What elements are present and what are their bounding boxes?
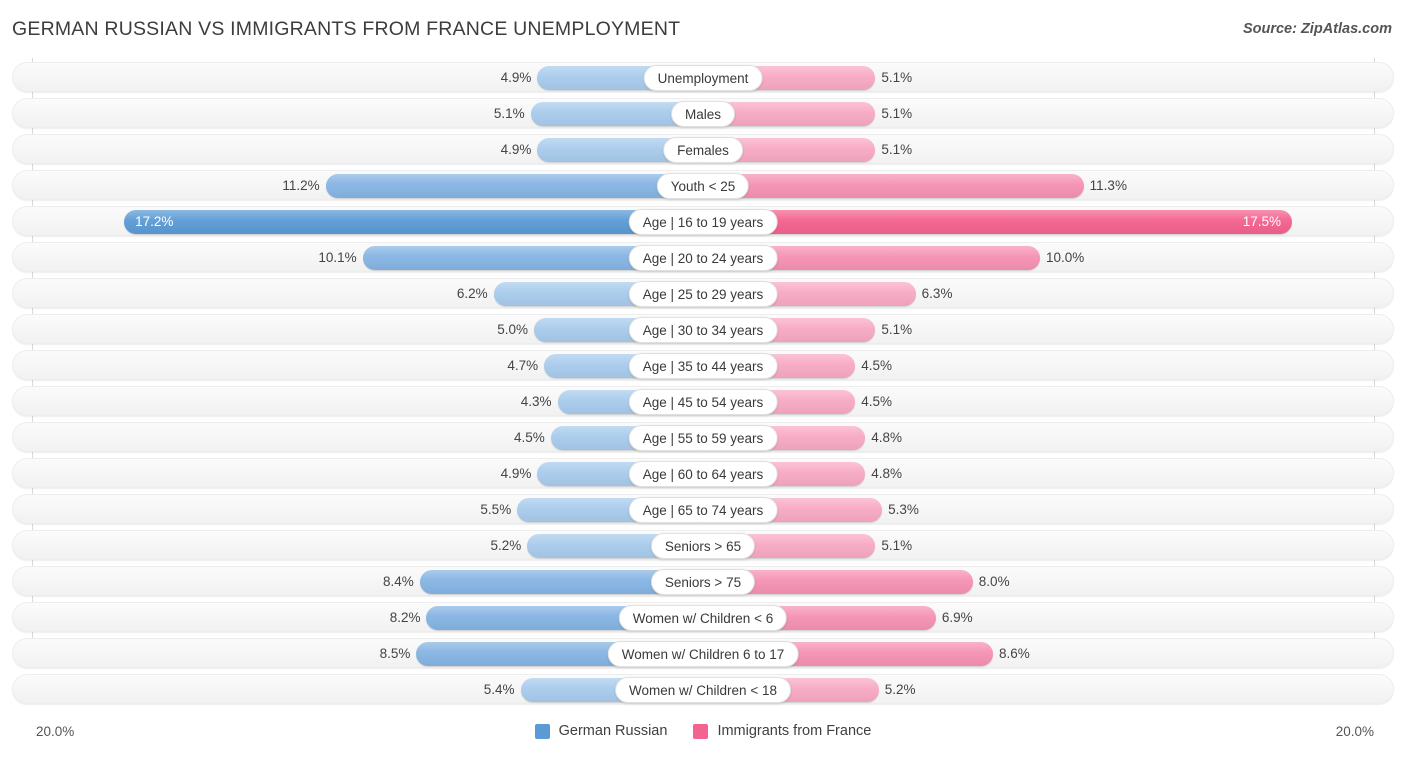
chart-row: 6.2% 6.3% Age | 25 to 29 years — [12, 278, 1394, 308]
value-label-german-russian: 5.1% — [493, 106, 525, 121]
chart-row: 4.9% 4.8% Age | 60 to 64 years — [12, 458, 1394, 488]
row-category-label: Youth < 25 — [656, 173, 750, 199]
chart-row: 5.0% 5.1% Age | 30 to 34 years — [12, 314, 1394, 344]
chart-plot-area: 4.9% 5.1% Unemployment 5.1% 5.1% Males 4.9% 5.1… — [0, 58, 1406, 718]
value-label-german-russian: 11.2% — [282, 178, 320, 193]
row-category-label: Age | 45 to 54 years — [628, 389, 778, 415]
chart-row: 8.4% 8.0% Seniors > 75 — [12, 566, 1394, 596]
chart-row: 5.4% 5.2% Women w/ Children < 18 — [12, 674, 1394, 704]
chart-row: 17.2% 17.5% Age | 16 to 19 years — [12, 206, 1394, 236]
value-label-immigrants-from-france: 5.3% — [888, 502, 919, 517]
value-label-immigrants-from-france: 5.1% — [881, 322, 913, 337]
value-label-immigrants-from-france: 11.3% — [1089, 178, 1127, 193]
page-title: GERMAN RUSSIAN VS IMMIGRANTS FROM FRANCE… — [12, 18, 681, 40]
value-label-german-russian: 5.0% — [497, 322, 528, 337]
value-label-german-russian: 8.2% — [389, 610, 421, 625]
row-category-label: Age | 60 to 64 years — [628, 461, 778, 487]
value-label-immigrants-from-france: 17.5% — [1242, 214, 1281, 229]
value-label-immigrants-from-france: 4.8% — [871, 466, 903, 481]
bar-german-russian — [325, 174, 702, 198]
value-label-immigrants-from-france: 8.6% — [998, 646, 1030, 661]
value-label-german-russian: 8.4% — [382, 574, 414, 589]
legend-label: German Russian — [558, 723, 668, 739]
row-category-label: Women w/ Children < 18 — [615, 677, 791, 703]
value-label-immigrants-from-france: 5.1% — [881, 106, 913, 121]
chart-row: 4.3% 4.5% Age | 45 to 54 years — [12, 386, 1394, 416]
bar-german-russian — [124, 210, 702, 234]
legend-item[interactable]: Immigrants from France — [693, 723, 871, 739]
value-label-immigrants-from-france: 5.1% — [881, 70, 913, 85]
value-label-german-russian: 5.5% — [480, 502, 512, 517]
legend-swatch-icon — [693, 723, 709, 739]
value-label-german-russian: 5.4% — [483, 682, 515, 697]
value-label-german-russian: 4.7% — [507, 358, 539, 373]
chart-header: GERMAN RUSSIAN VS IMMIGRANTS FROM FRANCE… — [0, 0, 1406, 56]
value-label-immigrants-from-france: 8.0% — [978, 574, 1010, 589]
legend-swatch-icon — [534, 723, 550, 739]
chart-row: 5.2% 5.1% Seniors > 65 — [12, 530, 1394, 560]
value-label-german-russian: 10.1% — [318, 250, 357, 265]
row-category-label: Seniors > 75 — [650, 569, 756, 595]
chart-row: 4.9% 5.1% Unemployment — [12, 62, 1394, 92]
chart-row: 4.5% 4.8% Age | 55 to 59 years — [12, 422, 1394, 452]
chart-row: 4.7% 4.5% Age | 35 to 44 years — [12, 350, 1394, 380]
row-category-label: Unemployment — [643, 65, 763, 91]
chart-row: 4.9% 5.1% Females — [12, 134, 1394, 164]
legend-label: Immigrants from France — [717, 723, 872, 739]
chart-row: 5.5% 5.3% Age | 65 to 74 years — [12, 494, 1394, 524]
value-label-german-russian: 6.2% — [456, 286, 488, 301]
value-label-german-russian: 4.5% — [514, 430, 545, 445]
value-label-german-russian: 4.9% — [500, 70, 532, 85]
row-category-label: Women w/ Children 6 to 17 — [607, 641, 799, 667]
row-category-label: Males — [670, 101, 736, 127]
legend-item[interactable]: German Russian — [534, 723, 668, 739]
chart-row: 8.5% 8.6% Women w/ Children 6 to 17 — [12, 638, 1394, 668]
bar-immigrants-from-france — [704, 210, 1292, 234]
row-category-label: Age | 30 to 34 years — [628, 317, 778, 343]
row-category-label: Age | 16 to 19 years — [628, 209, 778, 235]
row-category-label: Age | 35 to 44 years — [628, 353, 778, 379]
value-label-german-russian: 8.5% — [379, 646, 411, 661]
value-label-immigrants-from-france: 5.1% — [881, 538, 913, 553]
chart-row: 11.2% 11.3% Youth < 25 — [12, 170, 1394, 200]
value-label-immigrants-from-france: 10.0% — [1046, 250, 1085, 265]
chart-footer: 20.0% 20.0% German Russian Immigrants fro… — [0, 718, 1406, 757]
source-attribution: Source: ZipAtlas.com — [1242, 21, 1392, 37]
value-label-immigrants-from-france: 4.8% — [871, 430, 903, 445]
row-category-label: Females — [663, 137, 743, 163]
value-label-german-russian: 4.3% — [520, 394, 552, 409]
row-category-label: Age | 20 to 24 years — [628, 245, 778, 271]
value-label-immigrants-from-france: 5.1% — [881, 142, 913, 157]
value-label-immigrants-from-france: 5.2% — [884, 682, 916, 697]
value-label-german-russian: 17.2% — [135, 214, 174, 229]
chart-row: 10.1% 10.0% Age | 20 to 24 years — [12, 242, 1394, 272]
row-category-label: Age | 25 to 29 years — [628, 281, 778, 307]
bar-immigrants-from-france — [704, 174, 1084, 198]
value-label-immigrants-from-france: 4.5% — [861, 394, 892, 409]
chart-legend: German Russian Immigrants from France — [0, 723, 1406, 739]
chart-row: 8.2% 6.9% Women w/ Children < 6 — [12, 602, 1394, 632]
chart-rows: 4.9% 5.1% Unemployment 5.1% 5.1% Males 4.9% 5.1… — [0, 62, 1406, 710]
value-label-german-russian: 4.9% — [500, 466, 532, 481]
value-label-immigrants-from-france: 6.9% — [941, 610, 973, 625]
chart-row: 5.1% 5.1% Males — [12, 98, 1394, 128]
value-label-german-russian: 5.2% — [490, 538, 522, 553]
row-category-label: Seniors > 65 — [650, 533, 756, 559]
value-label-immigrants-from-france: 4.5% — [861, 358, 892, 373]
value-label-german-russian: 4.9% — [500, 142, 532, 157]
row-category-label: Age | 65 to 74 years — [628, 497, 778, 523]
row-category-label: Age | 55 to 59 years — [628, 425, 778, 451]
row-category-label: Women w/ Children < 6 — [618, 605, 788, 631]
value-label-immigrants-from-france: 6.3% — [921, 286, 953, 301]
